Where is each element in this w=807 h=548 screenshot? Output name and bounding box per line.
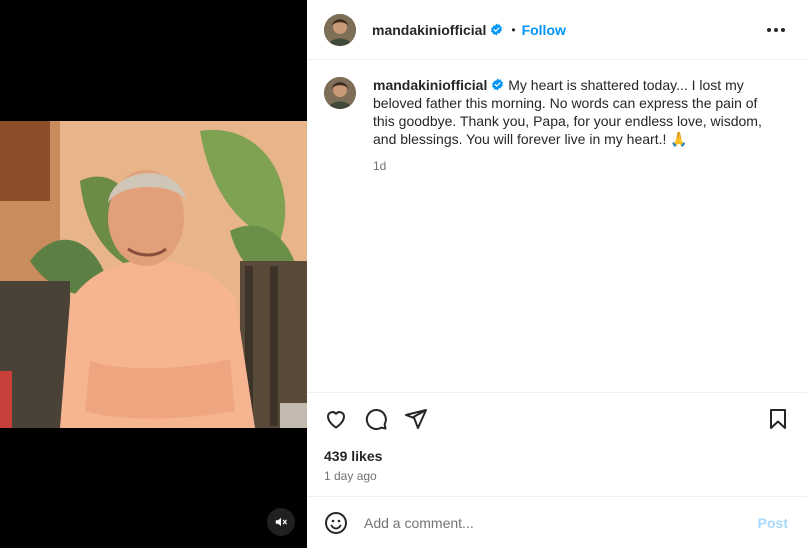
avatar-image — [324, 77, 356, 109]
speaker-muted-icon — [275, 517, 287, 527]
action-section: 439 likes 1 day ago — [307, 392, 807, 496]
post-details: mandakiniofficial • Follow mandakinioffi… — [307, 0, 807, 548]
comment-bubble-icon[interactable] — [364, 407, 388, 431]
paper-plane-icon[interactable] — [404, 407, 428, 431]
like-count[interactable]: 439 likes — [324, 448, 382, 464]
caption-username[interactable]: mandakiniofficial — [373, 77, 487, 93]
username[interactable]: mandakiniofficial — [372, 22, 486, 38]
caption-avatar[interactable] — [324, 77, 356, 109]
heart-icon[interactable] — [324, 407, 348, 431]
action-icons — [324, 407, 428, 431]
verified-badge-icon — [491, 78, 504, 91]
avatar[interactable] — [324, 13, 356, 46]
emoji-icon[interactable] — [324, 511, 348, 535]
comment-bar: Post — [307, 496, 807, 548]
post-timestamp: 1 day ago — [324, 469, 377, 483]
post-photo-image — [0, 121, 307, 428]
more-options-icon[interactable] — [767, 22, 785, 38]
post-photo[interactable] — [0, 121, 307, 428]
post-header: mandakiniofficial • Follow — [307, 0, 807, 60]
mute-button[interactable] — [267, 508, 295, 536]
media-pane — [0, 0, 307, 548]
caption: mandakiniofficial My heart is shattered … — [324, 76, 794, 175]
separator-dot: • — [511, 22, 516, 37]
post-comment-button[interactable]: Post — [758, 515, 788, 531]
caption-timestamp[interactable]: 1d — [373, 157, 763, 175]
caption-body: mandakiniofficial My heart is shattered … — [373, 76, 763, 175]
follow-button[interactable]: Follow — [522, 22, 566, 38]
comment-input[interactable] — [364, 514, 758, 531]
verified-badge-icon — [490, 23, 503, 36]
avatar-image — [324, 13, 356, 46]
bookmark-icon[interactable] — [766, 407, 790, 431]
